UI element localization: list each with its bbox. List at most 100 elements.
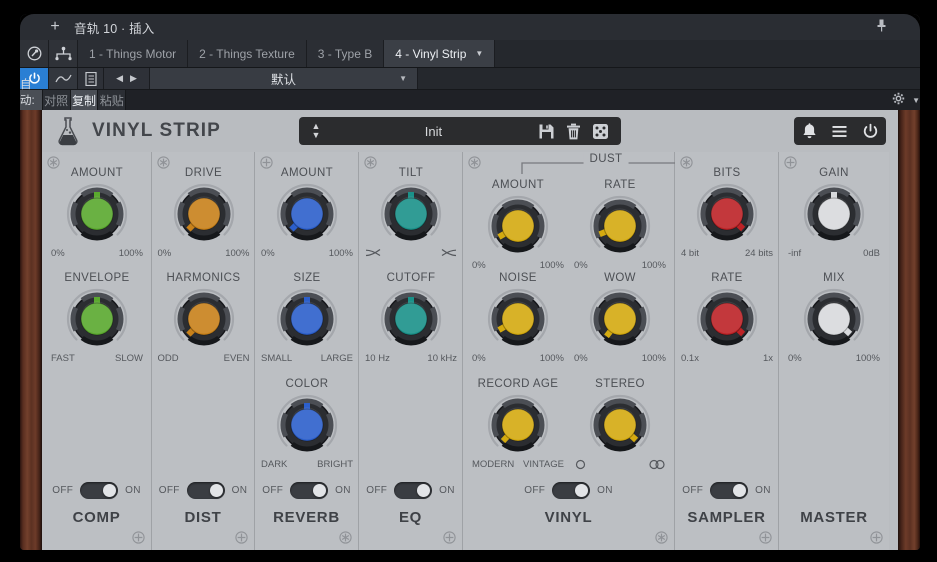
host-preset-name: 默认 (270, 73, 296, 87)
knob-group-noise: NOISE 0% 100% (471, 272, 565, 364)
bell-icon[interactable] (801, 122, 818, 140)
plus-circle-icon[interactable] (235, 531, 248, 544)
knob-drive[interactable] (172, 182, 236, 246)
knob-range-min: DARK (261, 459, 288, 470)
toggle-switch[interactable] (394, 482, 433, 499)
knob-stereo[interactable] (588, 393, 652, 457)
knob-bits[interactable] (695, 182, 759, 246)
knob-range-labels: SMALL LARGE (260, 353, 354, 364)
plugin-tab-1[interactable]: 1 - Things Motor (78, 40, 189, 67)
bypass-icon[interactable] (20, 40, 49, 67)
knob-range-max: 1x (762, 353, 773, 364)
knob-rate[interactable] (588, 194, 652, 258)
knob-wow[interactable] (588, 287, 652, 351)
paste-button[interactable]: 粘贴 (98, 90, 127, 110)
trash-icon[interactable] (565, 123, 582, 140)
plugin-preset-bar[interactable]: ▲ ▼ Init (298, 117, 621, 145)
compare-button[interactable]: 对照 (42, 90, 71, 110)
preset-next-button[interactable]: ▶ (130, 73, 137, 84)
knob-group-cutoff: CUTOFF 10 Hz 10 kHz (364, 272, 458, 364)
preset-nav-buttons[interactable]: ◀ ▶ (104, 68, 150, 89)
plus-circle-icon[interactable] (132, 531, 145, 544)
knob-range-min (365, 248, 381, 260)
copy-button[interactable]: 复制 (70, 90, 99, 110)
preset-list-icon[interactable] (78, 68, 104, 89)
toggle-switch[interactable] (186, 482, 225, 499)
toggle-switch[interactable] (710, 482, 749, 499)
knob-amount[interactable] (486, 194, 550, 258)
preset-down-button[interactable]: ▼ (311, 131, 320, 140)
hamburger-menu-icon[interactable] (831, 123, 848, 140)
knob-amount[interactable] (275, 182, 339, 246)
gear-icon[interactable] (886, 92, 910, 108)
knob-range-max: 24 bits (745, 248, 773, 259)
asterisk-circle-icon[interactable] (339, 531, 352, 544)
chevron-down-icon[interactable]: ▼ (475, 49, 483, 58)
section-power-toggle[interactable]: OFF ON (152, 478, 254, 499)
asterisk-circle-icon[interactable] (655, 531, 668, 544)
knob-rate[interactable] (695, 287, 759, 351)
plugin-tab-3[interactable]: 3 - Type B (306, 40, 385, 67)
knob-range-min: -inf (788, 248, 802, 259)
plus-circle-icon[interactable] (870, 531, 883, 544)
section-master: GAIN -inf 0dB MIX 0% 100% MASTER (779, 152, 889, 550)
knob-color[interactable] (275, 393, 339, 457)
plus-circle-icon[interactable] (759, 531, 772, 544)
knob-range-max: SLOW (115, 353, 143, 364)
knob-label: STEREO (595, 378, 645, 390)
section-power-toggle[interactable]: OFF ON (359, 478, 462, 499)
knob-range-max: EVEN (223, 353, 250, 364)
section-power-toggle[interactable]: OFF ON (675, 478, 778, 499)
knob-label: AMOUNT (280, 167, 334, 179)
section-footer: OFF ON VINYL (463, 478, 674, 550)
knob-range-labels: 10 Hz 10 kHz (364, 353, 458, 364)
toggle-switch[interactable] (552, 482, 591, 499)
knob-label: NOISE (499, 272, 537, 284)
knob-amount[interactable] (65, 182, 129, 246)
knob-cutoff[interactable] (379, 287, 443, 351)
plugin-window: + 音轨 10 · 插入 1 - Things Motor 2 - Things… (20, 14, 920, 550)
pin-icon[interactable] (866, 19, 896, 35)
automation-mode-button[interactable]: 自动: 关 (20, 79, 43, 123)
knob-mix[interactable] (802, 287, 866, 351)
knob-tilt[interactable] (379, 182, 443, 246)
knob-range-max: 100% (855, 353, 880, 364)
knob-record-age[interactable] (486, 393, 550, 457)
host-preset-dropdown[interactable]: 默认 ▼ (150, 68, 418, 89)
section-title: REVERB (273, 509, 340, 526)
add-plugin-button[interactable]: + (42, 14, 68, 40)
section-knob-area: GAIN -inf 0dB MIX 0% 100% (779, 152, 889, 478)
knob-range-labels: -inf 0dB (787, 248, 881, 259)
section-power-toggle[interactable]: OFF ON (463, 478, 674, 499)
plugin-tab-4[interactable]: 4 - Vinyl Strip ▼ (384, 40, 496, 67)
chevron-down-icon[interactable]: ▼ (399, 74, 407, 83)
preset-prev-button[interactable]: ◀ (116, 73, 123, 84)
plus-circle-icon[interactable] (443, 531, 456, 544)
section-footer: MASTER (779, 478, 889, 550)
section-power-toggle[interactable]: OFF ON (42, 478, 151, 499)
plugin-tab-2[interactable]: 2 - Things Texture (188, 40, 307, 67)
automation-curve-icon[interactable] (49, 68, 78, 89)
routing-icon[interactable] (49, 40, 78, 67)
plugin-preset-name[interactable]: Init (329, 124, 538, 139)
knob-envelope[interactable] (65, 287, 129, 351)
knob-gain[interactable] (802, 182, 866, 246)
knob-harmonics[interactable] (172, 287, 236, 351)
section-power-toggle[interactable]: OFF ON (255, 478, 358, 499)
preset-bar-filler (418, 68, 920, 89)
preset-stepper[interactable]: ▲ ▼ (303, 122, 329, 140)
save-icon[interactable] (538, 123, 555, 140)
toggle-switch[interactable] (80, 482, 119, 499)
toggle-switch[interactable] (290, 482, 329, 499)
gear-caret-icon[interactable]: ▼ (912, 96, 920, 105)
knob-size[interactable] (275, 287, 339, 351)
dice-icon[interactable] (592, 123, 609, 140)
knob-noise[interactable] (486, 287, 550, 351)
knob-range-max: 100% (539, 353, 564, 364)
knob-range-max: 100% (118, 248, 143, 259)
preset-up-button[interactable]: ▲ (311, 122, 320, 131)
knob-label: TILT (398, 167, 424, 179)
toggle-on-label: ON (597, 485, 613, 496)
power-icon[interactable] (862, 123, 879, 140)
tab-strip-filler (495, 40, 920, 67)
